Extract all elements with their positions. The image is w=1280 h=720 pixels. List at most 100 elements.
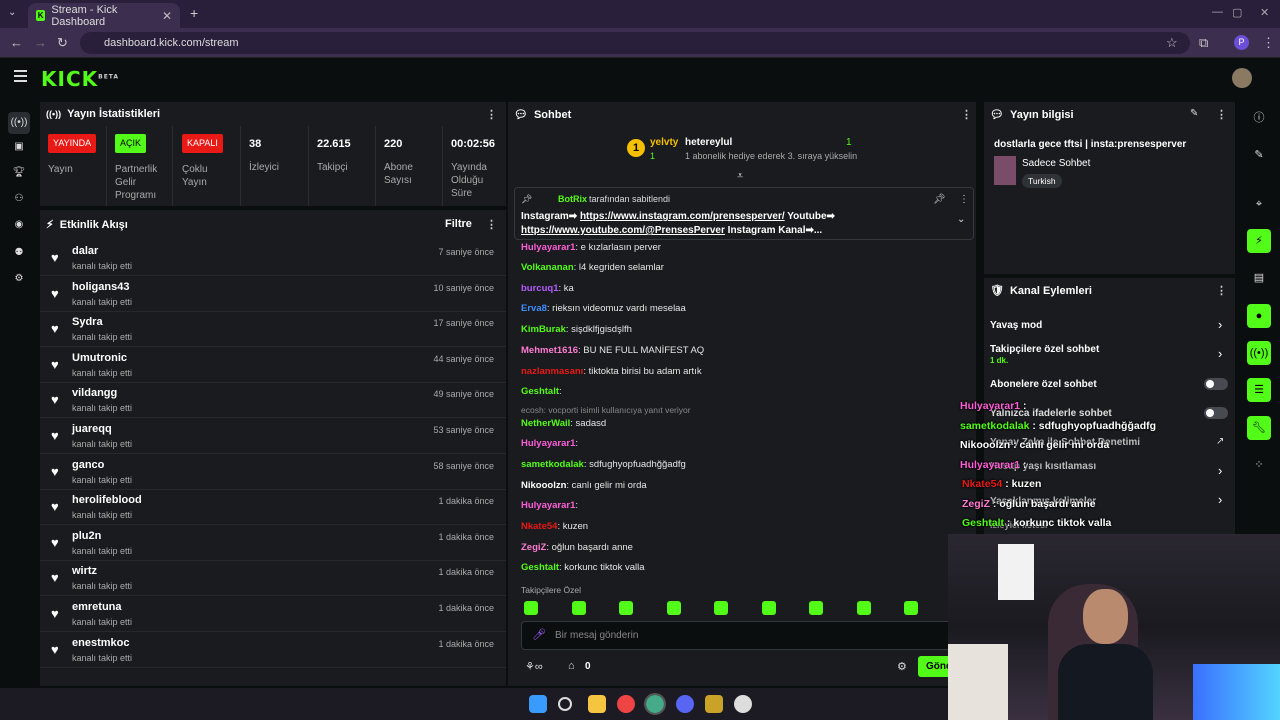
menu-icon[interactable] [14,70,27,85]
chat-username[interactable]: Hulyayarar1 [521,242,575,253]
kick-logo[interactable]: KICKBETA [41,67,119,91]
chat-menu-icon[interactable]: ⋮ [961,108,972,121]
emote-icon[interactable] [666,601,681,615]
filter-button[interactable]: Filtre [445,218,472,230]
bookmark-star-icon[interactable]: ☆ [1166,35,1178,51]
edit-icon[interactable]: ✎ [1247,143,1271,167]
expand-chevron-icon[interactable]: ⌄ [957,214,965,225]
lightning-action-icon[interactable]: ⚡︎ [1247,229,1271,253]
event-user[interactable]: herolifeblood [72,494,142,506]
chat-username[interactable]: Erva8 [521,303,547,314]
chevron-right-icon[interactable]: › [1218,463,1222,478]
subs-only-toggle[interactable] [1204,378,1228,390]
chat-username[interactable]: KimBurak [521,324,566,335]
event-user[interactable]: ganco [72,459,104,471]
top-gifter-name[interactable]: yelvty [650,137,678,148]
chrome-active-icon[interactable] [644,693,666,715]
chat-username[interactable]: nazlanmasanı [521,366,583,377]
reload-icon[interactable]: ↻ [57,35,68,51]
info-icon[interactable]: ⓘ [1247,106,1271,130]
subs-only-chat-label[interactable]: Abonelere özel sohbet [990,379,1097,390]
broadcast-action-icon[interactable]: ((•)) [1247,341,1271,365]
chat-action-icon[interactable]: ● [1247,304,1271,328]
close-window-icon[interactable]: ✕ [1260,6,1269,19]
emote-icon[interactable] [619,601,633,615]
gift-event-user[interactable]: hetereylul [685,137,732,148]
chat-username[interactable]: NetherWail [521,418,570,429]
layout-action-icon[interactable]: ☰ [1247,378,1271,402]
users-icon[interactable]: ⚉ [12,246,26,260]
scroll-down-icon[interactable]: ⩡ [737,170,743,183]
category-name[interactable]: Sadece Sohbet [1022,158,1090,169]
send-button[interactable]: Gönder [918,656,952,677]
file-explorer-icon[interactable] [588,695,606,713]
trophy-icon[interactable]: 🏆︎ [12,166,26,180]
event-user[interactable]: dalar [72,245,98,257]
gift-icon[interactable]: ⌂ [568,660,575,672]
tab-search-icon[interactable]: ⌄ [8,7,16,18]
profile-avatar[interactable]: P [1234,35,1249,50]
tag-turkish[interactable]: Turkish [1022,174,1062,188]
windows-start-icon[interactable] [529,695,547,713]
settings-icon[interactable]: ⚙ [12,272,26,286]
followers-only-chat-label[interactable]: Takipçilere özel sohbet [990,344,1099,355]
edit-pencil-icon[interactable]: ✎ [1190,108,1198,119]
chevron-right-icon[interactable]: › [1218,317,1222,332]
new-tab-button[interactable]: + [190,5,198,21]
emote-icon[interactable] [856,601,871,615]
infinity-points-icon[interactable]: ⚘∞ [525,660,543,673]
chrome-icon[interactable] [617,695,635,713]
community-icon[interactable]: ⚇ [12,192,26,206]
minimize-icon[interactable]: — [1212,6,1223,18]
instagram-link[interactable]: https://www.instagram.com/prensesperver/ [580,211,785,222]
discord-icon[interactable] [676,695,694,713]
extensions-icon[interactable]: ⧉ [1199,35,1208,51]
chevron-right-icon[interactable]: › [1218,346,1222,361]
tools-action-icon[interactable]: 🔧︎ [1247,416,1271,440]
browser-tab[interactable]: K Stream - Kick Dashboard ✕ [28,3,180,28]
emote-icon[interactable] [571,601,586,615]
event-user[interactable]: holigans43 [72,281,129,293]
url-input[interactable]: dashboard.kick.com/stream [80,32,1190,54]
close-tab-icon[interactable]: ✕ [162,9,172,23]
channel-actions-menu-icon[interactable]: ⋮ [1216,284,1227,297]
activity-menu-icon[interactable]: ⋮ [486,218,497,231]
forward-icon[interactable]: → [34,35,47,50]
chat-username[interactable]: burcuq1 [521,283,558,294]
emote-icon[interactable] [761,601,776,615]
event-user[interactable]: Sydra [72,316,103,328]
user-avatar[interactable] [1232,68,1252,88]
dashboard-icon[interactable]: ▣ [12,140,26,154]
crosshair-icon[interactable]: ⌖ [1247,192,1271,216]
event-user[interactable]: emretuna [72,601,122,613]
back-icon[interactable]: ← [10,35,23,50]
event-user[interactable]: Umutronic [72,352,127,364]
emote-icon[interactable] [524,601,538,615]
chat-input[interactable]: 🎤︎ Bir mesaj gönderin [521,621,951,650]
chat-username[interactable]: Geshtalt [521,386,559,397]
chat-username[interactable]: Nikooolzn [521,480,566,491]
slow-mode-label[interactable]: Yavaş mod [990,320,1042,331]
chat-username[interactable]: ZegiZ [521,542,546,553]
search-icon[interactable] [558,697,572,711]
emote-only-toggle[interactable] [1204,407,1228,419]
chat-username[interactable]: Nkate54 [521,521,557,532]
event-user[interactable]: enestmkoc [72,637,129,649]
more-apps-icon[interactable]: ⁘ [1247,453,1271,477]
event-user[interactable]: vildangg [72,387,117,399]
event-user[interactable]: plu2n [72,530,101,542]
youtube-link[interactable]: https://www.youtube.com/@PrensesPerver [521,225,725,236]
pinned-menu-icon[interactable]: ⋮ [959,194,969,205]
event-user[interactable]: wirtz [72,565,97,577]
unpin-icon[interactable]: 📌︎ [933,194,946,205]
external-link-icon[interactable]: ↗ [1216,436,1224,447]
stream-icon[interactable]: ((•)) [8,112,30,134]
camera-icon[interactable]: ◉ [12,218,26,232]
event-user[interactable]: juareqq [72,423,112,435]
obs-icon[interactable] [734,695,752,713]
emote-icon[interactable] [714,601,728,615]
chat-settings-icon[interactable]: ⚙ [897,660,907,673]
maximize-icon[interactable]: ▢ [1232,6,1242,19]
app-icon[interactable] [705,695,723,713]
notes-icon[interactable]: ▤ [1247,266,1271,290]
